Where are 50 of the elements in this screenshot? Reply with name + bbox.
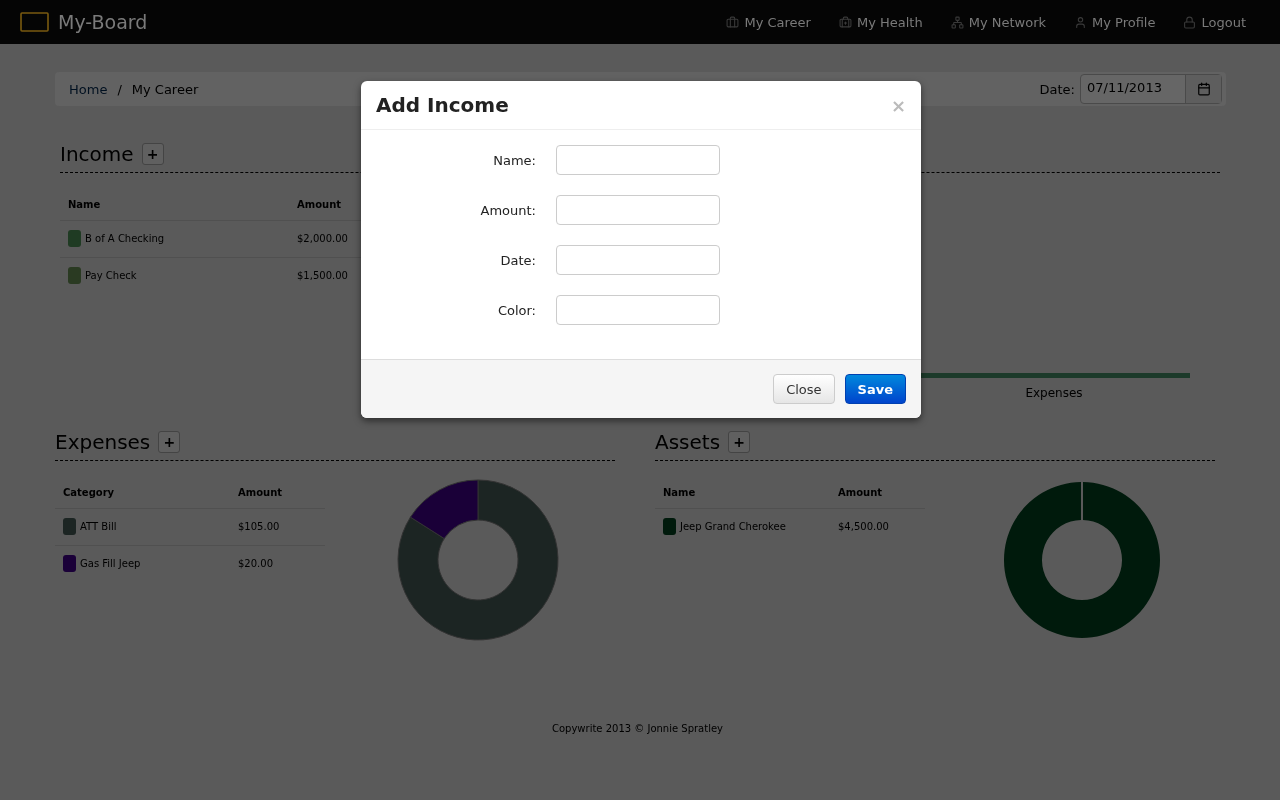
column-header: Name [60,191,289,221]
field-label: Color: [496,302,536,318]
table-cell: Pay Check [85,270,137,281]
breadcrumb-link[interactable]: Home [69,81,108,97]
field-label: Name: [492,152,536,168]
add-button[interactable]: + [158,431,181,453]
column-header: Amount [230,479,325,509]
column-header: Amount [830,479,925,509]
table-cell: Jeep Grand Cherokee [680,521,786,532]
breadcrumb-separator: / [117,81,122,97]
table-cell: Gas Fill Jeep [80,558,141,569]
briefcase-icon [726,15,740,29]
table-cell: B of A Checking [85,233,165,244]
column-header: Name [655,479,830,509]
table-cell: $1,500.00 [297,270,348,281]
nav-link[interactable]: My Health [838,14,923,30]
input-field[interactable] [556,295,720,325]
save-button[interactable]: Save [844,374,906,404]
input-field[interactable] [556,195,720,225]
medical-kit-icon [838,15,852,29]
dialog-title: Add Income [376,93,509,117]
nav-link[interactable]: Logout [1183,14,1246,30]
network-icon [950,15,964,29]
section-title: Income [60,142,134,166]
table-cell: $2,000.00 [297,233,348,244]
breadcrumb-current: My Career [131,81,199,97]
lock-icon [1183,15,1197,29]
section-title: Assets [655,430,721,454]
nav-link[interactable]: My Profile [1074,14,1156,30]
nav-link[interactable]: My Career [726,14,811,30]
user-icon [1074,15,1087,29]
table-cell: $105.00 [238,521,280,532]
board-logo-icon [20,12,49,32]
field-label: Date: [499,252,536,268]
nav-link[interactable]: My Network [950,14,1046,30]
table-cell: $4,500.00 [838,521,889,532]
section-title: Expenses [55,430,151,454]
footer-text: Copywrite 2013 © Jonnie Spratley [550,723,725,734]
column-header: Category [55,479,230,509]
date-label: Date: [1039,81,1075,97]
axis-label: Expenses [1025,386,1083,400]
input-field[interactable] [556,145,720,175]
table-cell: ATT Bill [80,521,117,532]
add-button[interactable]: + [728,431,751,453]
brand-name: My-Board [58,11,148,33]
input-field[interactable] [556,245,720,275]
field-label: Amount: [479,202,536,218]
close-dialog-button[interactable]: Close [773,374,835,404]
table-cell: $20.00 [238,558,273,569]
add-button[interactable]: + [141,143,164,165]
